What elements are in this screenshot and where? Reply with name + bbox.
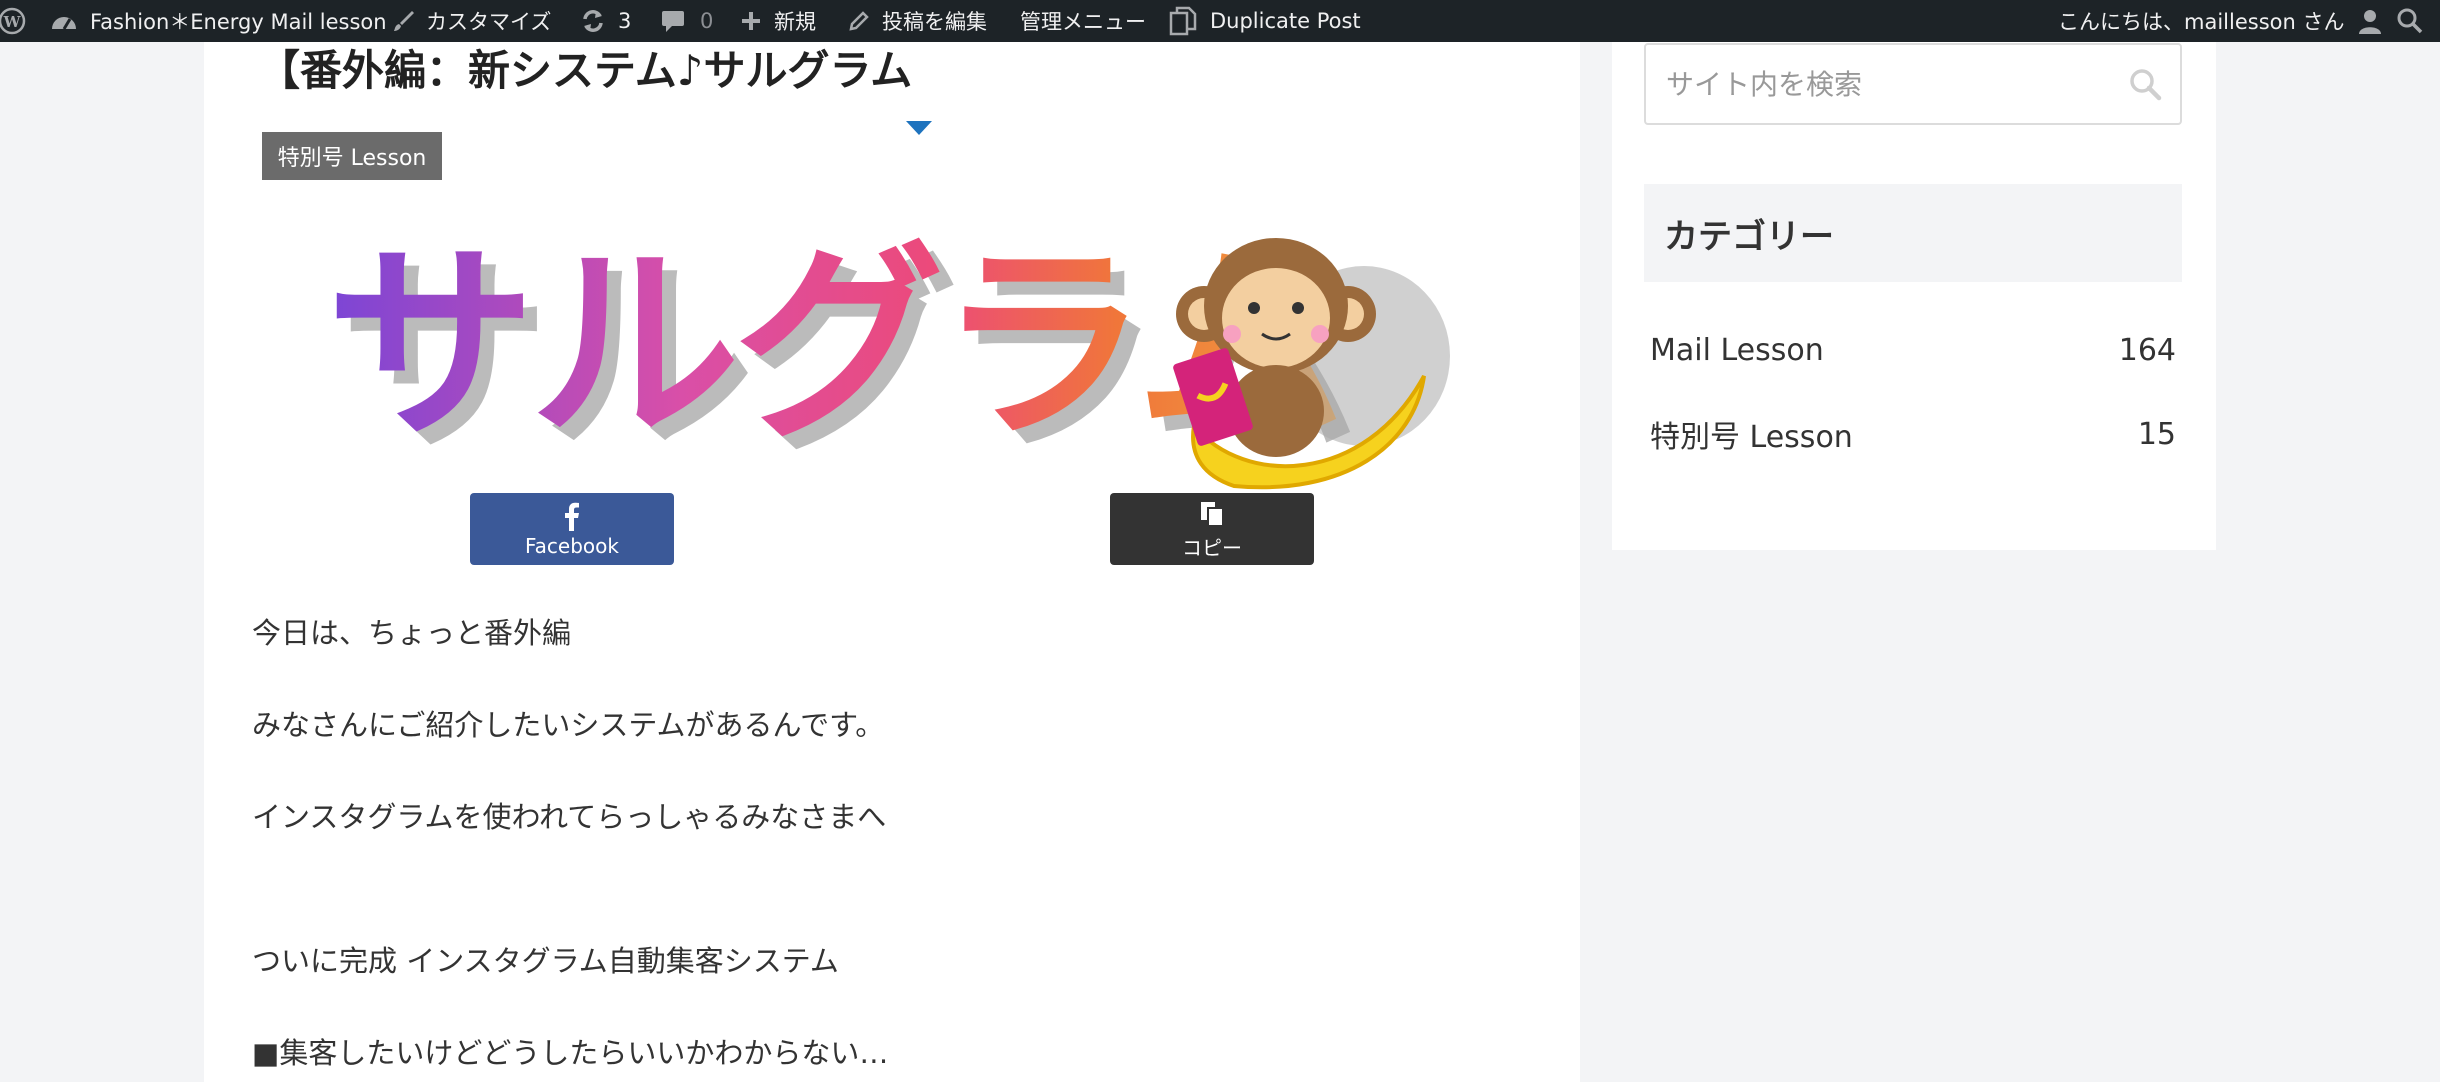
category-item-count: 164 (2118, 332, 2176, 368)
admin-menu-link[interactable]: 管理メニュー (1020, 0, 1146, 42)
edit-post-label: 投稿を編集 (882, 10, 987, 34)
account-link[interactable]: こんにちは、maillesson さん (2058, 0, 2384, 42)
dashboard-icon (50, 9, 78, 33)
new-label: 新規 (774, 10, 816, 34)
svg-text:W: W (3, 13, 22, 31)
search-icon[interactable] (2128, 67, 2162, 101)
greeting-label: こんにちは、maillesson さん (2058, 10, 2345, 34)
site-name-label: Fashion＊Energy Mail lesson (90, 10, 387, 34)
share-copy-label: コピー (1182, 535, 1242, 560)
comments-count: 0 (700, 9, 714, 33)
comments-link[interactable]: 0 (660, 0, 713, 42)
duplicate-icon (1168, 5, 1198, 37)
duplicate-post-link[interactable]: Duplicate Post (1168, 0, 1361, 42)
toc-toggle-icon[interactable] (906, 120, 932, 139)
category-item-label: Mail Lesson (1650, 332, 1824, 368)
user-avatar-icon (2356, 7, 2384, 35)
customize-link[interactable]: カスタマイズ (392, 0, 551, 42)
share-facebook-button[interactable]: Facebook (470, 493, 674, 565)
post-paragraph: ■集客したいけどどうしたらいいかわからない… (252, 1036, 889, 1070)
post-paragraph: 今日は、ちょっと番外編 (252, 616, 572, 650)
sidebar: カテゴリー Mail Lesson 164 特別号 Lesson 15 (1612, 42, 2216, 550)
share-copy-button[interactable]: コピー (1110, 493, 1314, 565)
eyecatch-image: サルグラム サルグラム (304, 156, 1464, 510)
duplicate-post-label: Duplicate Post (1210, 9, 1361, 33)
edit-post-link[interactable]: 投稿を編集 (848, 0, 987, 42)
category-item-mail-lesson[interactable]: Mail Lesson 164 (1650, 326, 2176, 374)
adminbar-search-icon[interactable] (2396, 0, 2424, 42)
share-facebook-label: Facebook (525, 534, 619, 558)
brush-icon (392, 9, 416, 33)
plus-icon (740, 10, 762, 32)
category-item-count: 15 (2137, 416, 2176, 452)
site-name-link[interactable]: Fashion＊Energy Mail lesson (50, 0, 387, 42)
main-content: 【番外編：新システム♪サルグラム 特別号 Lesson サルグラム サルグラム (204, 42, 1580, 1082)
comment-icon (660, 9, 686, 33)
post-title: 【番外編：新システム♪サルグラム (258, 46, 913, 95)
admin-menu-label: 管理メニュー (1020, 10, 1146, 34)
refresh-icon (580, 8, 606, 34)
post-paragraph: インスタグラムを使われてらっしゃるみなさまへ (252, 800, 887, 834)
post-paragraph: ついに完成 インスタグラム自動集客システム (252, 944, 839, 978)
customize-label: カスタマイズ (426, 10, 552, 34)
wordpress-logo-icon[interactable]: W (0, 0, 28, 42)
eyecatch-logo-text: サルグラム (326, 223, 1340, 468)
search-input[interactable] (1646, 45, 2106, 123)
facebook-icon (563, 500, 581, 532)
updates-count: 3 (618, 9, 632, 33)
updates-link[interactable]: 3 (580, 0, 631, 42)
admin-bar: W Fashion＊Energy Mail lesson カスタマイズ 3 0 … (0, 0, 2440, 42)
sidebar-search (1644, 43, 2182, 125)
copy-icon (1199, 498, 1225, 530)
new-content-link[interactable]: 新規 (740, 0, 816, 42)
category-item-label: 特別号 Lesson (1650, 420, 1853, 455)
category-widget-heading: カテゴリー (1644, 184, 2182, 282)
pencil-icon (848, 10, 870, 32)
post-paragraph: みなさんにご紹介したいシステムがあるんです。 (252, 708, 885, 742)
category-item-special-lesson[interactable]: 特別号 Lesson 15 (1650, 410, 2176, 458)
